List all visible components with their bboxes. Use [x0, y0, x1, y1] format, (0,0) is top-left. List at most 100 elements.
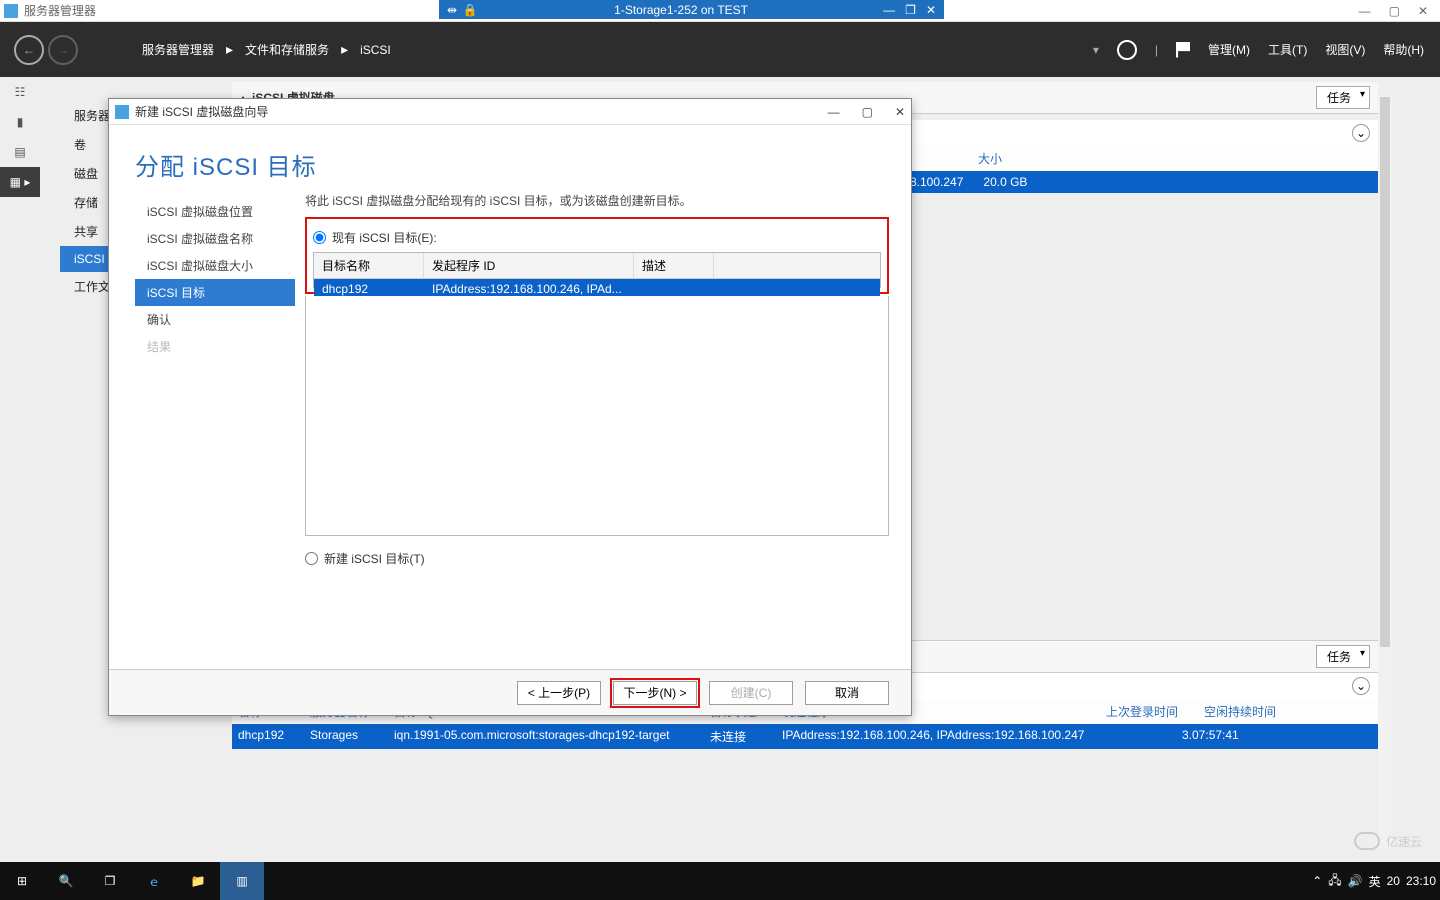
storage-role-icon[interactable]: ▦ ▸	[0, 167, 40, 197]
tray-network-icon[interactable]: 🖧	[1328, 871, 1341, 892]
local-server-icon[interactable]: ▮	[0, 107, 40, 137]
expand-targets-button[interactable]: ⌄	[1352, 677, 1370, 695]
lh-name[interactable]: 目标名称	[314, 253, 424, 278]
tray-clock[interactable]: 23:10	[1406, 875, 1436, 888]
ie-icon[interactable]: ｅ	[132, 862, 176, 900]
radio-new-target[interactable]: 新建 iSCSI 目标(T)	[305, 550, 889, 567]
outer-close-button[interactable]: ✕	[1418, 4, 1428, 18]
radio-existing-input[interactable]	[313, 231, 326, 244]
left-icon-strip: ☷ ▮ ▤ ▦ ▸	[0, 77, 40, 857]
wizard-icon	[115, 105, 129, 119]
vm-connection-bar: ⇹ 🔒 1-Storage1-252 on TEST — ❐ ✕	[439, 0, 944, 19]
step-name[interactable]: iSCSI 虚拟磁盘名称	[135, 225, 295, 252]
wizard-minimize-button[interactable]: —	[828, 105, 840, 119]
chevron-right-icon: ▸	[226, 41, 233, 58]
tray-num: 20	[1387, 874, 1400, 888]
refresh-icon[interactable]	[1117, 40, 1137, 60]
lh-initiator[interactable]: 发起程序 ID	[424, 253, 634, 278]
highlight-existing-target: 现有 iSCSI 目标(E): 目标名称 发起程序 ID 描述 dhcp192 …	[305, 217, 889, 294]
notifications-flag-icon[interactable]	[1176, 42, 1190, 58]
step-location[interactable]: iSCSI 虚拟磁盘位置	[135, 198, 295, 225]
lh-desc[interactable]: 描述	[634, 253, 714, 278]
wizard-pane: 将此 iSCSI 虚拟磁盘分配给现有的 iSCSI 目标，或为该磁盘创建新目标。…	[295, 192, 911, 573]
menu-manage[interactable]: 管理(M)	[1208, 41, 1250, 58]
expand-section-button[interactable]: ⌄	[1352, 124, 1370, 142]
td-name: dhcp192	[238, 728, 290, 745]
step-target[interactable]: iSCSI 目标	[135, 279, 295, 306]
vm-restore-button[interactable]: ❐	[905, 3, 916, 17]
next-button[interactable]: 下一步(N) >	[613, 681, 697, 705]
wizard-instruction: 将此 iSCSI 虚拟磁盘分配给现有的 iSCSI 目标，或为该磁盘创建新目标。	[305, 192, 889, 209]
wizard-titlebar: 新建 iSCSI 虚拟磁盘向导 — ▢ ✕	[109, 99, 911, 125]
target-list-header: 目标名称 发起程序 ID 描述	[314, 253, 880, 279]
back-button[interactable]: ←	[14, 35, 44, 65]
chevron-right-icon: ▸	[341, 41, 348, 58]
cancel-button[interactable]: 取消	[805, 681, 889, 705]
explorer-icon[interactable]: 📁	[176, 862, 220, 900]
server-manager-taskbar-icon[interactable]: ▥	[220, 862, 264, 900]
outer-maximize-button[interactable]: ▢	[1389, 4, 1400, 18]
start-button[interactable]: ⊞	[0, 862, 44, 900]
radio-existing-target[interactable]: 现有 iSCSI 目标(E):	[313, 229, 881, 246]
cloud-icon	[1354, 832, 1380, 850]
row-ip: 8.100.247	[910, 175, 963, 189]
tasks-dropdown-top[interactable]: 任务	[1316, 86, 1370, 109]
lr-name: dhcp192	[314, 279, 424, 299]
tray-up-icon[interactable]: ⌃	[1312, 874, 1322, 888]
breadcrumb-level3[interactable]: iSCSI	[360, 43, 391, 57]
all-servers-icon[interactable]: ▤	[0, 137, 40, 167]
breadcrumb-level2[interactable]: 文件和存储服务	[245, 41, 329, 58]
breadcrumb: 服务器管理器 ▸ 文件和存储服务 ▸ iSCSI	[142, 41, 391, 58]
task-view-button[interactable]: ❐	[88, 862, 132, 900]
step-result: 结果	[135, 333, 295, 360]
tasks-dropdown-targets[interactable]: 任务	[1316, 645, 1370, 668]
menu-tools[interactable]: 工具(T)	[1268, 41, 1307, 58]
tray-sound-icon[interactable]: 🔊	[1348, 874, 1363, 888]
radio-existing-label: 现有 iSCSI 目标(E):	[332, 229, 437, 246]
wizard-steps: iSCSI 虚拟磁盘位置 iSCSI 虚拟磁盘名称 iSCSI 虚拟磁盘大小 i…	[135, 192, 295, 573]
lr-initiator: IPAddress:192.168.100.246, IPAd...	[424, 279, 634, 299]
th-idle[interactable]: 空闲持续时间	[1204, 703, 1276, 720]
target-list-body[interactable]	[305, 296, 889, 536]
outer-minimize-button[interactable]: —	[1359, 4, 1371, 18]
td-server: Storages	[310, 728, 374, 745]
row-size: 20.0 GB	[983, 175, 1027, 189]
menu-help[interactable]: 帮助(H)	[1383, 41, 1424, 58]
dashboard-icon[interactable]: ☷	[0, 77, 40, 107]
wizard-close-button[interactable]: ✕	[895, 105, 905, 119]
server-manager-icon	[4, 4, 18, 18]
outer-window-controls: — ▢ ✕	[1359, 4, 1436, 18]
lock-icon[interactable]: 🔒	[461, 3, 479, 17]
create-button: 创建(C)	[709, 681, 793, 705]
vm-title: 1-Storage1-252 on TEST	[479, 3, 883, 17]
dropdown-caret-icon[interactable]: ▾	[1093, 43, 1099, 57]
breadcrumb-root[interactable]: 服务器管理器	[142, 41, 214, 58]
step-size[interactable]: iSCSI 虚拟磁盘大小	[135, 252, 295, 279]
search-button[interactable]: 🔍	[44, 862, 88, 900]
radio-new-label: 新建 iSCSI 目标(T)	[324, 550, 425, 567]
iscsi-wizard-dialog: 新建 iSCSI 虚拟磁盘向导 — ▢ ✕ 分配 iSCSI 目标 iSCSI …	[108, 98, 912, 716]
wizard-maximize-button[interactable]: ▢	[862, 105, 873, 119]
td-status: 未连接	[710, 728, 762, 745]
vertical-scrollbar[interactable]	[1378, 95, 1392, 848]
td-initiator: IPAddress:192.168.100.246, IPAddress:192…	[782, 728, 1162, 745]
menu-view[interactable]: 视图(V)	[1325, 41, 1365, 58]
header-bar: ← → 服务器管理器 ▸ 文件和存储服务 ▸ iSCSI ▾ | 管理(M) 工…	[0, 22, 1440, 77]
step-confirm[interactable]: 确认	[135, 306, 295, 333]
watermark: 亿速云	[1354, 832, 1422, 850]
vm-close-button[interactable]: ✕	[926, 3, 936, 17]
wizard-heading: 分配 iSCSI 目标	[109, 125, 911, 192]
target-row-selected[interactable]: dhcp192 Storages iqn.1991-05.com.microso…	[232, 724, 1378, 749]
forward-button[interactable]: →	[48, 35, 78, 65]
radio-new-input[interactable]	[305, 552, 318, 565]
tray-ime[interactable]: 英	[1369, 873, 1381, 890]
th-last[interactable]: 上次登录时间	[1106, 703, 1184, 720]
col-size[interactable]: 大小	[978, 150, 1002, 167]
td-iqn: iqn.1991-05.com.microsoft:storages-dhcp1…	[394, 728, 690, 745]
prev-button[interactable]: < 上一步(P)	[517, 681, 601, 705]
wizard-footer: < 上一步(P) 下一步(N) > 创建(C) 取消	[109, 669, 911, 715]
thumbtack-icon[interactable]: ⇹	[443, 3, 461, 17]
td-idle: 3.07:57:41	[1182, 728, 1239, 745]
wizard-title: 新建 iSCSI 虚拟磁盘向导	[135, 103, 268, 120]
vm-minimize-button[interactable]: —	[883, 3, 895, 17]
